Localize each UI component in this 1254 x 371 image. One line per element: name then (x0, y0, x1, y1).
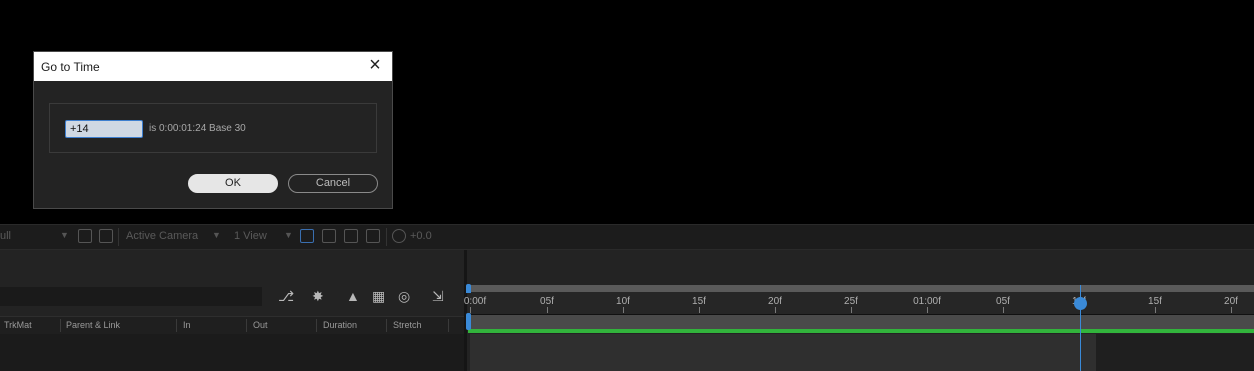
ruler-tick (623, 307, 624, 313)
frame-blending-icon[interactable]: ▦ (372, 289, 385, 303)
viewer-toolbar: ull ▼ Active Camera ▼ 1 View ▼ +0.0 (0, 224, 1254, 250)
toolbar-separator (386, 228, 387, 246)
views-dropdown[interactable]: 1 View (234, 230, 267, 242)
region-of-interest-icon[interactable] (78, 229, 92, 243)
work-area-start-handle[interactable] (466, 313, 471, 330)
draft-3d-toggle-icon[interactable]: ✸ (312, 289, 324, 303)
fast-preview-icon[interactable] (322, 229, 336, 243)
dialog-title: Go to Time (41, 60, 100, 74)
column-stretch[interactable]: Stretch (393, 320, 422, 330)
ruler-tick (699, 307, 700, 313)
layer-search-input[interactable] (0, 287, 262, 306)
ruler-tick (547, 307, 548, 313)
column-trkmat[interactable]: TrkMat (4, 320, 32, 330)
current-time-indicator-head[interactable] (1074, 297, 1087, 310)
motion-blur-icon[interactable]: ◎ (398, 289, 410, 303)
draft-3d-icon[interactable] (344, 229, 358, 243)
column-divider (316, 319, 317, 332)
ruler-tick (1003, 307, 1004, 313)
ruler-label: 05f (996, 296, 1010, 307)
resolution-dropdown[interactable]: ull (0, 230, 11, 242)
time-navigator-bar[interactable] (468, 285, 1254, 292)
graph-editor-icon[interactable]: ⇲ (432, 289, 444, 303)
column-divider (386, 319, 387, 332)
ruler-label: 15f (692, 296, 706, 307)
transparency-grid-icon[interactable] (99, 229, 113, 243)
ruler-tick (927, 307, 928, 313)
close-icon[interactable]: × (364, 55, 386, 77)
ruler-tick (775, 307, 776, 313)
ok-button[interactable]: OK (188, 174, 278, 193)
column-in[interactable]: In (183, 320, 191, 330)
column-divider (176, 319, 177, 332)
chevron-down-icon: ▼ (212, 230, 221, 240)
time-ruler[interactable] (468, 292, 1254, 315)
dialog-titlebar[interactable]: Go to Time × (34, 52, 392, 81)
column-divider (448, 319, 449, 332)
exposure-value[interactable]: +0.0 (410, 230, 432, 242)
column-duration[interactable]: Duration (323, 320, 357, 330)
ruler-label: 15f (1148, 296, 1162, 307)
ruler-tick (1231, 307, 1232, 313)
chevron-down-icon: ▼ (60, 230, 69, 240)
column-divider (246, 319, 247, 332)
ruler-label: 0:00f (463, 296, 487, 307)
layer-track[interactable] (470, 334, 1096, 371)
panel-divider[interactable] (464, 250, 467, 371)
composition-flowchart-icon[interactable]: ⎇ (278, 289, 294, 303)
chevron-down-icon: ▼ (284, 230, 293, 240)
layer-column-header: TrkMat Parent & Link In Out Duration Str… (0, 316, 464, 335)
layer-list[interactable] (0, 334, 464, 371)
time-input[interactable] (65, 120, 143, 138)
ruler-tick (470, 307, 471, 313)
column-divider (60, 319, 61, 332)
ruler-label: 05f (540, 296, 554, 307)
camera-dropdown[interactable]: Active Camera (126, 230, 198, 242)
time-equivalent-text: is 0:00:01:24 Base 30 (149, 123, 246, 134)
cancel-button[interactable]: Cancel (288, 174, 378, 193)
shy-layers-icon[interactable]: ▲ (346, 289, 360, 303)
toolbar-separator (118, 228, 119, 246)
ruler-label: 20f (768, 296, 782, 307)
column-parent-link[interactable]: Parent & Link (66, 320, 120, 330)
render-cache-bar (468, 329, 1254, 333)
timeline-empty-area (1096, 334, 1254, 371)
ruler-tick (851, 307, 852, 313)
column-out[interactable]: Out (253, 320, 268, 330)
work-area-bar[interactable] (468, 315, 1254, 330)
view-layout-icon[interactable] (300, 229, 314, 243)
ruler-label: 20f (1224, 296, 1238, 307)
go-to-time-dialog: Go to Time × is 0:00:01:24 Base 30 OK Ca… (33, 51, 393, 209)
ruler-label: 10f (616, 296, 630, 307)
ruler-label: 01:00f (913, 296, 941, 307)
ruler-label: 25f (844, 296, 858, 307)
navigator-start-handle[interactable] (466, 284, 471, 293)
reset-exposure-icon[interactable] (392, 229, 406, 243)
ruler-tick (1155, 307, 1156, 313)
time-input-group: is 0:00:01:24 Base 30 (49, 103, 377, 153)
flowchart-icon[interactable] (366, 229, 380, 243)
